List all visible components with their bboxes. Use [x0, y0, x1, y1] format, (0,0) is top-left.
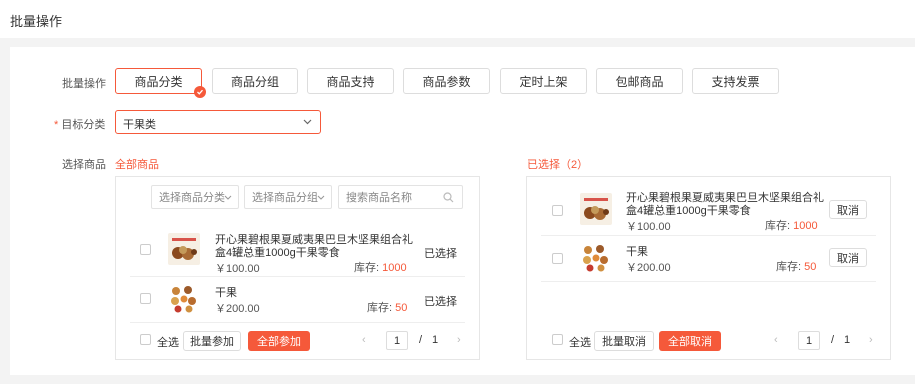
join-all-label: 全部参加 — [257, 336, 301, 348]
stock-value: 50 — [395, 302, 408, 314]
op-button-invoice[interactable]: 支持发票 — [692, 68, 779, 94]
stock-label: 库存: — [776, 261, 802, 273]
search-placeholder: 搜索商品名称 — [346, 192, 412, 204]
page-separator: / — [831, 334, 835, 346]
op-button-label: 商品分组 — [230, 74, 279, 89]
cancel-item-button[interactable]: 取消 — [829, 200, 867, 219]
cancel-item-label: 取消 — [837, 204, 859, 217]
target-category-text: 目标分类 — [61, 119, 106, 131]
op-button-category[interactable]: 商品分类 — [115, 68, 206, 98]
next-page-icon[interactable]: › — [457, 334, 461, 346]
op-button-label: 包邮商品 — [615, 74, 664, 89]
page-number-input[interactable]: 1 — [798, 331, 820, 350]
row-divider — [541, 235, 876, 236]
product-status: 已选择 — [424, 296, 457, 308]
required-mark: * — [54, 119, 59, 131]
product-thumbnail — [580, 242, 610, 272]
op-button-free-shipping[interactable]: 包邮商品 — [596, 68, 683, 94]
group-filter-select[interactable]: 选择商品分组 — [244, 185, 332, 209]
stock-value: 50 — [804, 261, 817, 273]
product-name: 开心果碧根果夏威夷果巴旦木坚果组合礼盒4罐总重1000g干果零食 — [215, 234, 413, 259]
op-button-group[interactable]: 商品分组 — [212, 68, 298, 94]
header-bar — [0, 0, 915, 38]
product-stock: 库存: 1000 — [354, 259, 407, 275]
product-status: 已选择 — [424, 248, 457, 260]
product-checkbox[interactable] — [552, 253, 563, 264]
product-price: ￥100.00 — [215, 263, 260, 275]
target-category-value: 干果类 — [123, 119, 156, 131]
product-name: 干果 — [215, 287, 237, 299]
chevron-down-icon — [303, 119, 312, 125]
product-price: ￥200.00 — [626, 262, 671, 274]
all-goods-label: 全部商品 — [115, 159, 159, 171]
row-divider — [130, 276, 465, 277]
product-search-input[interactable]: 搜索商品名称 — [338, 185, 463, 209]
check-badge-icon — [194, 86, 206, 98]
op-button-support[interactable]: 商品支持 — [307, 68, 394, 94]
prev-page-icon[interactable]: ‹ — [774, 334, 778, 346]
cancel-all-label: 全部取消 — [668, 336, 712, 348]
page-number-input[interactable]: 1 — [386, 331, 408, 350]
stock-label: 库存: — [354, 262, 380, 274]
batch-ops-label: 批量操作 — [62, 78, 106, 90]
chevron-down-icon — [224, 195, 232, 200]
cancel-item-button[interactable]: 取消 — [829, 248, 867, 267]
stock-value: 1000 — [793, 220, 818, 232]
page-total: 1 — [844, 334, 851, 346]
select-all-checkbox[interactable] — [140, 334, 151, 345]
op-button-label: 支持发票 — [711, 74, 760, 89]
page-title: 批量操作 — [10, 14, 63, 29]
product-stock: 库存: 50 — [776, 258, 816, 274]
product-name: 开心果碧根果夏威夷果巴旦木坚果组合礼盒4罐总重1000g干果零食 — [626, 192, 824, 217]
page-separator: / — [419, 334, 423, 346]
stock-value: 1000 — [382, 262, 407, 274]
product-thumbnail — [168, 233, 200, 265]
cancel-item-label: 取消 — [837, 252, 859, 265]
join-all-button[interactable]: 全部参加 — [248, 331, 310, 351]
op-button-label: 商品分类 — [134, 74, 183, 89]
select-all-label: 全选 — [157, 337, 179, 349]
row-divider — [130, 322, 465, 323]
group-filter-placeholder: 选择商品分组 — [252, 192, 318, 204]
chevron-down-icon — [317, 195, 325, 200]
stock-label: 库存: — [367, 302, 393, 314]
product-checkbox[interactable] — [552, 205, 563, 216]
page-total: 1 — [432, 334, 439, 346]
category-filter-select[interactable]: 选择商品分类 — [151, 185, 239, 209]
op-button-label: 商品参数 — [422, 74, 471, 89]
product-thumbnail — [168, 283, 198, 313]
select-goods-label: 选择商品 — [62, 159, 106, 171]
batch-cancel-button[interactable]: 批量取消 — [594, 331, 654, 351]
search-icon — [443, 192, 454, 203]
batch-join-button[interactable]: 批量参加 — [183, 331, 241, 351]
batch-cancel-label: 批量取消 — [602, 336, 646, 348]
cancel-all-button[interactable]: 全部取消 — [659, 331, 721, 351]
category-filter-placeholder: 选择商品分类 — [159, 192, 225, 204]
product-name: 干果 — [626, 246, 648, 258]
product-price: ￥200.00 — [215, 303, 260, 315]
target-category-label: * 目标分类 — [54, 116, 105, 132]
row-divider — [541, 281, 876, 282]
next-page-icon[interactable]: › — [869, 334, 873, 346]
product-thumbnail — [580, 193, 612, 225]
op-button-label: 商品支持 — [326, 74, 375, 89]
select-all-label: 全选 — [569, 337, 591, 349]
product-checkbox[interactable] — [140, 293, 151, 304]
op-button-schedule[interactable]: 定时上架 — [500, 68, 587, 94]
selected-count-label: 已选择（2） — [527, 159, 589, 171]
product-checkbox[interactable] — [140, 244, 151, 255]
stock-label: 库存: — [765, 220, 791, 232]
batch-join-label: 批量参加 — [190, 336, 234, 348]
product-stock: 库存: 1000 — [765, 217, 818, 233]
op-button-params[interactable]: 商品参数 — [403, 68, 490, 94]
op-button-label: 定时上架 — [519, 74, 568, 89]
prev-page-icon[interactable]: ‹ — [362, 334, 366, 346]
product-price: ￥100.00 — [626, 221, 671, 233]
select-all-checkbox[interactable] — [552, 334, 563, 345]
target-category-select[interactable]: 干果类 — [115, 110, 321, 134]
product-stock: 库存: 50 — [367, 299, 407, 315]
